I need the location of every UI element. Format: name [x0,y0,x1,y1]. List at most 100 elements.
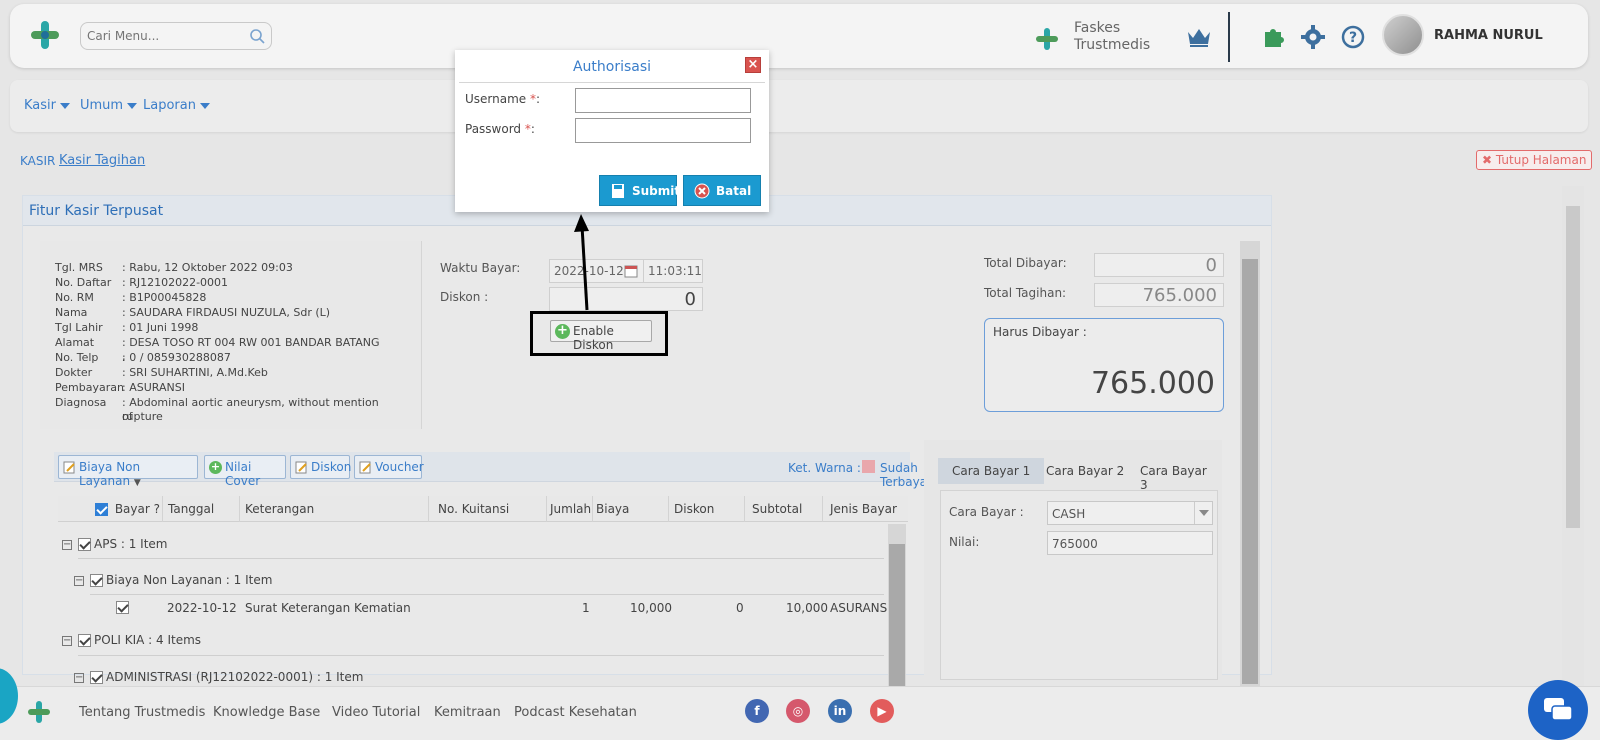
col-jenis-bayar[interactable]: Jenis Bayar [830,502,897,516]
table-scrollbar[interactable] [888,524,906,686]
help-icon[interactable]: ? [1340,24,1366,50]
youtube-icon[interactable]: ▶ [870,699,894,723]
group-row[interactable]: − POLI KIA : 4 Items [62,633,201,647]
col-subtotal[interactable]: Subtotal [752,502,802,516]
info-row: Tgl Lahir: 01 Juni 1998 [55,321,198,335]
authorisasi-dialog: Authorisasi × Username *: Password *: Su… [455,50,769,212]
user-avatar[interactable] [1382,14,1424,56]
crown-icon[interactable] [1186,26,1212,48]
nav-item-kasir[interactable]: Kasir [24,98,70,113]
breadcrumb-root[interactable]: KASIR [20,154,55,168]
panel-scrollbar[interactable] [1240,241,1260,686]
waktu-bayar-label: Waktu Bayar: [440,261,521,275]
tab-cara-bayar-2[interactable]: Cara Bayar 2 [1032,458,1138,484]
cell-jenis-bayar: ASURANSI [830,601,891,615]
group-row[interactable]: − APS : 1 Item [62,537,168,551]
footer-link-tentang[interactable]: Tentang Trustmedis [79,705,205,720]
col-bayar[interactable]: Bayar ? [95,502,160,516]
trustmedis-logo-icon[interactable] [28,18,62,52]
tab-cara-bayar-1[interactable]: Cara Bayar 1 [938,458,1045,484]
username-input[interactable] [575,88,751,113]
total-tagihan-field: 765.000 [1094,283,1224,307]
cara-bayar-select[interactable]: CASH [1047,501,1213,525]
search-icon[interactable] [249,28,265,44]
row-checkbox[interactable] [78,538,91,551]
col-tanggal[interactable]: Tanggal [168,502,214,516]
row-checkbox[interactable] [90,671,103,684]
diskon-value: 0 [684,289,696,310]
cancel-button[interactable]: Batal [683,175,761,206]
col-bayar-label: Bayar ? [114,502,160,516]
time-field[interactable]: 11:03:11 [643,259,703,283]
submit-label: Submit [632,184,681,198]
info-row: Pembayaran: ASURANSI [55,381,185,395]
password-input[interactable] [575,118,751,143]
linkedin-icon[interactable]: in [828,699,852,723]
cara-bayar-form: Cara Bayar : CASH Nilai: 765000 [940,490,1218,680]
nilai-field[interactable]: 765000 [1047,531,1213,555]
diskon-button[interactable]: Diskon [290,455,351,479]
username-label-text: Username [465,92,527,106]
faskes-name: Faskes Trustmedis [1074,20,1184,54]
info-label: Alamat [55,336,95,349]
collapse-icon[interactable]: − [74,672,84,683]
page-scrollbar[interactable] [1562,186,1584,686]
facebook-icon[interactable]: f [745,699,769,723]
collapse-icon[interactable]: − [62,635,72,646]
chat-button[interactable] [1528,680,1588,740]
footer-link-podcast[interactable]: Podcast Kesehatan [514,705,637,720]
patient-info: Tgl. MRS: Rabu, 12 Oktober 2022 09:03 No… [40,241,422,429]
footer-link-video-tutorial[interactable]: Video Tutorial [332,705,420,720]
col-separator [822,496,823,522]
submit-button[interactable]: Submit [599,175,681,206]
col-no-kuitansi[interactable]: No. Kuitansi [438,502,509,516]
nav-item-umum[interactable]: Umum [80,98,138,113]
calendar-icon[interactable] [624,264,638,278]
info-value: : 01 Juni 1998 [122,321,199,334]
select-all-checkbox[interactable] [95,503,108,516]
instagram-icon[interactable]: ◎ [786,699,810,723]
breadcrumb-current[interactable]: Kasir Tagihan [59,153,145,168]
diskon-label: Diskon : [440,290,489,304]
dropdown-caret-icon: ▼ [133,478,141,488]
col-keterangan[interactable]: Keterangan [245,502,314,516]
collapse-icon[interactable]: − [62,539,72,550]
row-divider [78,655,884,656]
top-header: Faskes Trustmedis ? RAHMA NURUL [10,4,1588,68]
row-checkbox[interactable] [78,634,91,647]
subgroup-row[interactable]: − Biaya Non Layanan : 1 Item [74,573,272,587]
col-diskon[interactable]: Diskon [674,502,714,516]
row-checkbox[interactable] [90,574,103,587]
user-name[interactable]: RAHMA NURUL [1434,28,1543,43]
nav-item-laporan[interactable]: Laporan [143,98,210,113]
subgroup-row[interactable]: − ADMINISTRASI (RJ12102022-0001) : 1 Item [74,670,363,684]
menu-search-input[interactable] [81,23,231,49]
info-label: No. RM [55,291,94,304]
voucher-button[interactable]: Voucher [354,455,424,479]
close-page-button[interactable]: ✖ Tutup Halaman [1476,150,1593,170]
footer-link-kemitraan[interactable]: Kemitraan [434,705,501,720]
footer-link-knowledge-base[interactable]: Knowledge Base [213,705,320,720]
nav-item-label: Laporan [143,98,196,113]
col-jumlah[interactable]: Jumlah [550,502,591,516]
table-row[interactable] [116,600,132,614]
table-scrollbar-thumb[interactable] [889,544,905,686]
tab-cara-bayar-3[interactable]: Cara Bayar 3 [1126,458,1222,492]
label-colon: : [536,92,541,106]
puzzle-icon[interactable] [1260,24,1286,50]
chevron-down-icon[interactable] [1194,502,1212,524]
subgroup-label: ADMINISTRASI (RJ12102022-0001) : 1 Item [106,670,364,684]
header-divider [1228,12,1230,62]
close-icon[interactable]: × [745,57,761,73]
info-label: Pembayaran [55,381,124,394]
biaya-non-layanan-button[interactable]: Biaya Non Layanan ▼ [58,455,198,488]
gear-icon[interactable] [1300,24,1326,50]
collapse-icon[interactable]: − [74,575,84,586]
col-biaya[interactable]: Biaya [596,502,629,516]
page-scrollbar-thumb[interactable] [1566,206,1580,528]
row-checkbox[interactable] [116,601,129,614]
nilai-cover-button[interactable]: + Nilai Cover [204,455,286,488]
panel-scrollbar-thumb[interactable] [1242,259,1258,684]
password-label-text: Password [465,122,522,136]
footer-logo-icon[interactable] [26,699,52,725]
